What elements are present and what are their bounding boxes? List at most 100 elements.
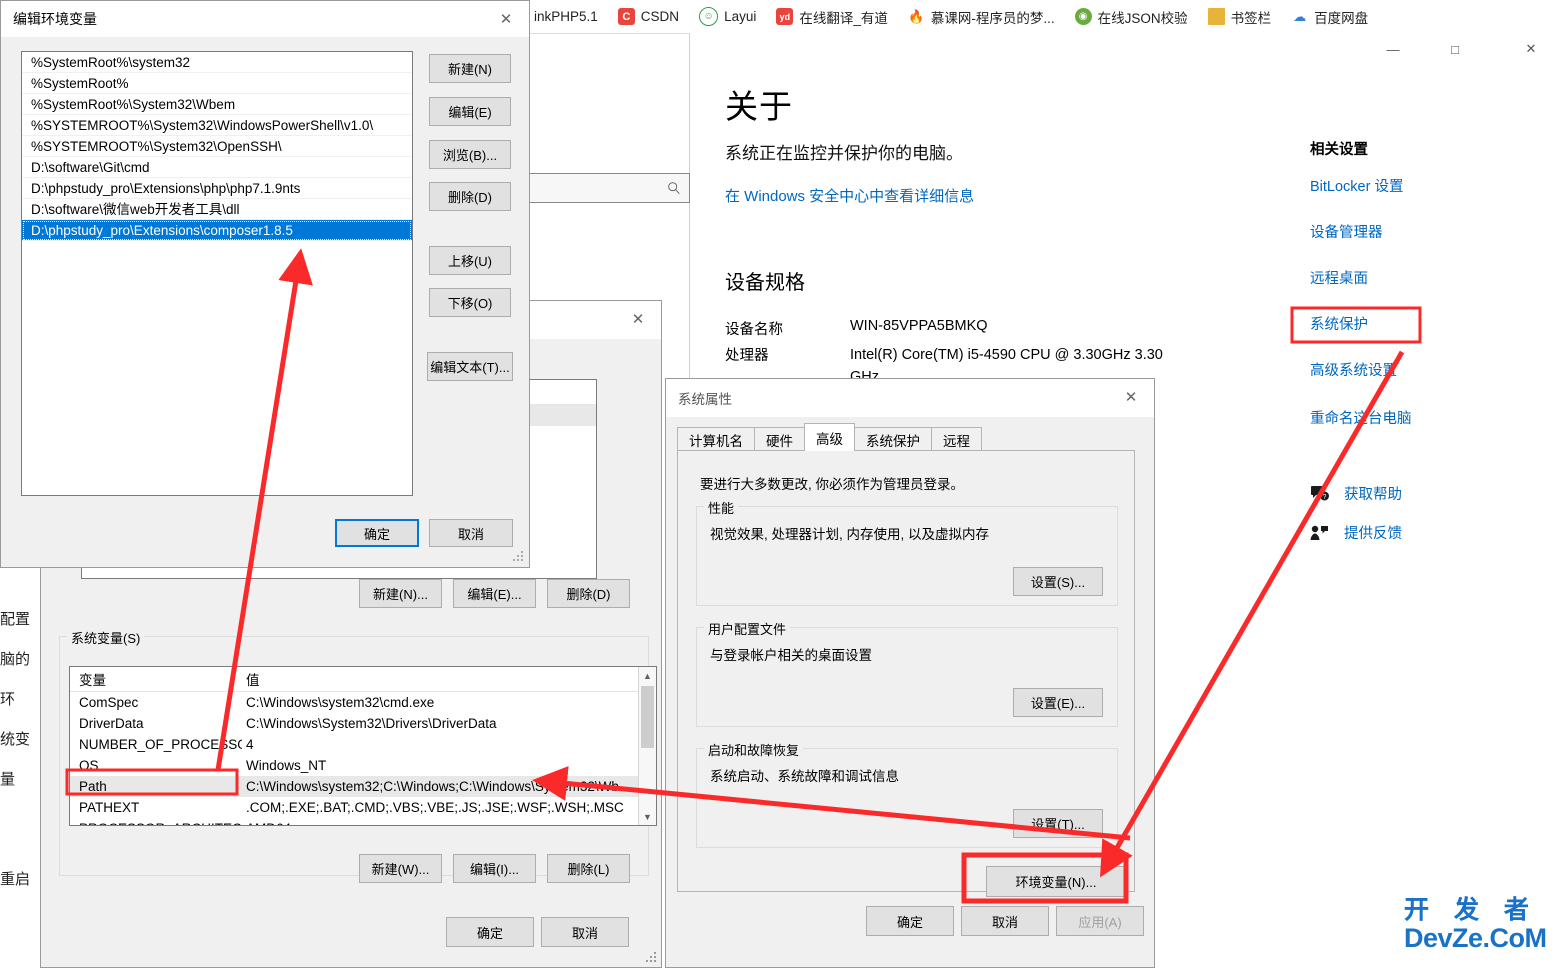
edit-env-cancel-button[interactable]: 取消	[429, 519, 513, 547]
resize-grip-icon[interactable]	[513, 551, 525, 563]
tab-remote[interactable]: 远程	[931, 427, 982, 451]
bookmark-item[interactable]: ☺ Layui	[689, 0, 766, 33]
admin-notice: 要进行大多数更改, 你必须作为管理员登录。	[700, 477, 965, 492]
bookmark-item[interactable]: inkPHP5.1	[524, 0, 608, 33]
system-new-button[interactable]: 新建(W)...	[359, 854, 442, 883]
close-button[interactable]: ✕	[1508, 33, 1554, 65]
rail-link-rename-pc[interactable]: 重命名这台电脑	[1310, 407, 1560, 428]
get-help-row[interactable]: ? 获取帮助	[1310, 483, 1560, 504]
userprofile-settings-button[interactable]: 设置(E)...	[1013, 688, 1103, 717]
bookmark-item[interactable]: 🔥 慕课网-程序员的梦...	[898, 0, 1065, 33]
tab-computer-name[interactable]: 计算机名	[677, 427, 755, 451]
table-row-path[interactable]: Path C:\Windows\system32;C:\Windows;C:\W…	[70, 776, 656, 797]
tab-advanced[interactable]: 高级	[804, 423, 855, 451]
list-item[interactable]: D:\phpstudy_pro\Extensions\php\php7.1.9n…	[22, 178, 412, 199]
bookmark-label: 书签栏	[1230, 10, 1272, 26]
list-item[interactable]: %SYSTEMROOT%\System32\WindowsPowerShell\…	[22, 115, 412, 136]
rail-link-device-manager[interactable]: 设备管理器	[1310, 221, 1560, 242]
bookmark-label: inkPHP5.1	[534, 9, 598, 24]
edit-text-button[interactable]: 编辑文本(T)...	[427, 352, 513, 381]
list-item[interactable]: %SystemRoot%\System32\Wbem	[22, 94, 412, 115]
system-col-value: 值	[246, 673, 260, 688]
sysprop-titlebar: 系统属性 ✕	[666, 379, 1154, 417]
user-edit-button[interactable]: 编辑(E)...	[453, 579, 536, 608]
rail-link-advanced-system-settings[interactable]: 高级系统设置	[1310, 359, 1560, 380]
table-row[interactable]: DriverData C:\Windows\System32\Drivers\D…	[70, 713, 656, 734]
list-item[interactable]: D:\software\Git\cmd	[22, 157, 412, 178]
browse-button[interactable]: 浏览(B)...	[429, 140, 511, 169]
folder-icon	[1207, 8, 1225, 25]
path-entries-list[interactable]: %SystemRoot%\system32 %SystemRoot% %Syst…	[21, 51, 413, 496]
scroll-down-icon[interactable]: ▼	[639, 808, 656, 825]
table-row[interactable]: PROCESSOR_ARCHITECT... AMD64	[70, 818, 656, 825]
maximize-button[interactable]: □	[1432, 33, 1478, 65]
table-row[interactable]: NUMBER_OF_PROCESSORS 4	[70, 734, 656, 755]
baidu-pan-icon: ☁	[1291, 8, 1309, 25]
system-variables-table[interactable]: 变量 值 ComSpec C:\Windows\system32\cmd.exe…	[69, 666, 657, 826]
security-center-link[interactable]: 在 Windows 安全中心中查看详细信息	[725, 185, 974, 206]
minimize-button[interactable]: —	[1370, 33, 1416, 65]
var-value-path: C:\Windows\system32;C:\Windows;C:\Window…	[246, 779, 631, 794]
list-item[interactable]: %SystemRoot%\system32	[22, 52, 412, 73]
get-help-label: 获取帮助	[1344, 487, 1402, 503]
scrollbar-thumb[interactable]	[641, 686, 654, 748]
system-edit-button[interactable]: 编辑(I)...	[453, 854, 536, 883]
list-item[interactable]: D:\software\微信web开发者工具\dll	[22, 199, 412, 220]
edit-environment-variable-dialog: 编辑环境变量 ✕ %SystemRoot%\system32 %SystemRo…	[0, 0, 530, 568]
settings-search-input[interactable]	[523, 173, 690, 203]
system-table-scrollbar[interactable]: ▲ ▼	[638, 667, 656, 825]
move-down-button[interactable]: 下移(O)	[429, 288, 511, 317]
user-new-button[interactable]: 新建(N)...	[359, 579, 442, 608]
scroll-up-icon[interactable]: ▲	[639, 667, 656, 684]
watermark-top: 开 发 者	[1404, 896, 1538, 924]
edit-button[interactable]: 编辑(E)	[429, 97, 511, 126]
sysprop-ok-button[interactable]: 确定	[866, 906, 954, 936]
delete-button[interactable]: 删除(D)	[429, 182, 511, 211]
envvar-ok-button[interactable]: 确定	[446, 917, 534, 947]
bookmark-label: 百度网盘	[1314, 10, 1369, 26]
table-row[interactable]: OS Windows_NT	[70, 755, 656, 776]
var-name: DriverData	[79, 716, 144, 731]
list-item[interactable]: %SYSTEMROOT%\System32\OpenSSH\	[22, 136, 412, 157]
edit-env-close-icon[interactable]: ✕	[483, 1, 529, 37]
table-row[interactable]: ComSpec C:\Windows\system32\cmd.exe	[70, 692, 656, 713]
system-variables-label: 系统变量(S)	[67, 628, 145, 647]
tab-system-protection[interactable]: 系统保护	[854, 427, 932, 451]
sysprop-apply-button[interactable]: 应用(A)	[1056, 906, 1144, 936]
bookmark-folder[interactable]: 书签栏	[1198, 0, 1282, 33]
envvar-close-icon[interactable]: ✕	[615, 301, 661, 337]
new-button[interactable]: 新建(N)	[429, 54, 511, 83]
bookmark-label: CSDN	[640, 9, 680, 24]
list-item-selected[interactable]: D:\phpstudy_pro\Extensions\composer1.8.5	[22, 220, 412, 241]
bookmark-item[interactable]: yd 在线翻译_有道	[766, 0, 898, 33]
bookmark-item[interactable]: ◉ 在线JSON校验	[1065, 0, 1198, 33]
var-value: Windows_NT	[246, 758, 327, 773]
spec-label-processor: 处理器	[725, 348, 769, 364]
bookmark-item[interactable]: C CSDN	[608, 0, 689, 33]
sysprop-cancel-button[interactable]: 取消	[961, 906, 1049, 936]
tab-hardware[interactable]: 硬件	[754, 427, 805, 451]
edit-env-ok-button[interactable]: 确定	[335, 519, 419, 547]
rail-link-bitlocker[interactable]: BitLocker 设置	[1310, 175, 1560, 196]
youdao-icon: yd	[776, 8, 794, 25]
table-row[interactable]: PATHEXT .COM;.EXE;.BAT;.CMD;.VBS;.VBE;.J…	[70, 797, 656, 818]
move-up-button[interactable]: 上移(U)	[429, 246, 511, 275]
feedback-row[interactable]: 提供反馈	[1310, 522, 1560, 543]
system-delete-button[interactable]: 删除(L)	[547, 854, 630, 883]
bookmark-item[interactable]: ☁ 百度网盘	[1281, 0, 1378, 33]
sysprop-close-icon[interactable]: ✕	[1108, 379, 1154, 415]
environment-variables-button[interactable]: 环境变量(N)...	[986, 866, 1126, 897]
user-delete-button[interactable]: 删除(D)	[547, 579, 630, 608]
related-settings-rail: 相关设置 BitLocker 设置 设备管理器 远程桌面 系统保护 高级系统设置…	[1310, 138, 1560, 561]
rail-link-system-protection[interactable]: 系统保护	[1310, 313, 1560, 334]
system-properties-dialog: 系统属性 ✕ 计算机名 硬件 高级 系统保护 远程 要进行大多数更改, 你必须作…	[665, 378, 1155, 968]
resize-grip-icon[interactable]	[646, 952, 658, 964]
var-value: C:\Windows\system32\cmd.exe	[246, 695, 435, 710]
startup-settings-button[interactable]: 设置(T)...	[1013, 809, 1103, 838]
performance-group-label: 性能	[704, 498, 739, 517]
performance-settings-button[interactable]: 设置(S)...	[1013, 567, 1103, 596]
list-item[interactable]: %SystemRoot%	[22, 73, 412, 94]
rail-link-remote-desktop[interactable]: 远程桌面	[1310, 267, 1560, 288]
envvar-cancel-button[interactable]: 取消	[541, 917, 629, 947]
site-watermark: 开 发 者 DevZe.CoM	[1404, 896, 1547, 952]
